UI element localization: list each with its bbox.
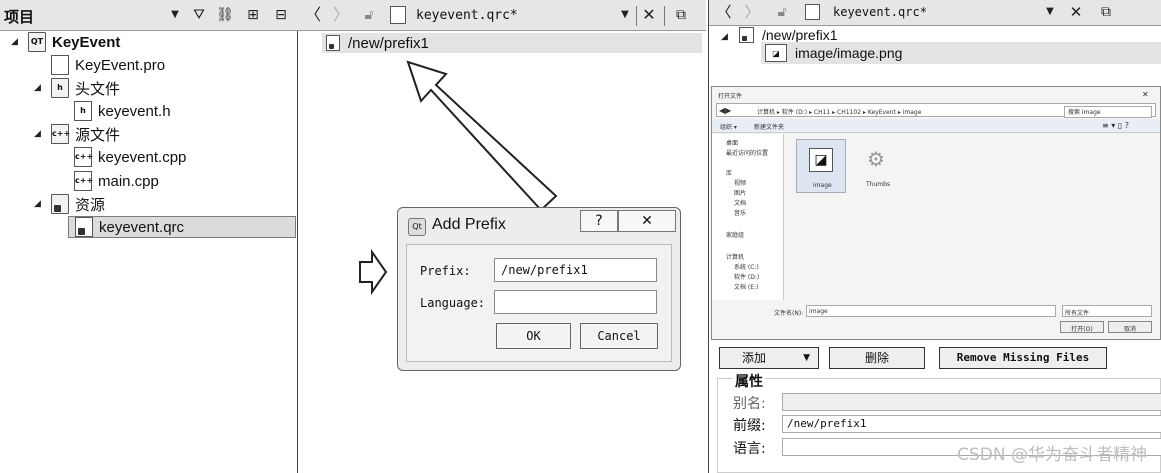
file-dialog-title: 打开文件: [718, 93, 743, 100]
view-icon[interactable]: ≡ ▾ ▯ ?: [1102, 121, 1129, 130]
back-icon[interactable]: 〈: [715, 3, 733, 21]
file-dialog-toolbar: 组织 ▾ 新建文件夹 ≡ ▾ ▯ ?: [712, 119, 1160, 133]
sidebar-item-music[interactable]: 音乐: [734, 208, 746, 217]
prefix-prop-input[interactable]: /new/prefix1: [782, 415, 1161, 433]
address-path: 计算机 ▸ 软件 (D:) ▸ CH11 ▸ CH1102 ▸ KeyEvent…: [757, 109, 922, 116]
search-input[interactable]: 搜索 image: [1064, 106, 1152, 118]
prefix-label: /new/prefix1: [762, 27, 838, 43]
chevron-down-icon[interactable]: ▼: [1041, 3, 1059, 21]
cancel-button[interactable]: Cancel: [580, 323, 658, 349]
organize-button[interactable]: 组织 ▾: [720, 122, 737, 131]
image-file-row[interactable]: ◪ image/image.png: [761, 42, 1161, 64]
file-cancel-button[interactable]: 取消: [1108, 321, 1152, 333]
close-icon[interactable]: ✕: [1067, 3, 1085, 21]
sidebar-item-desktop[interactable]: 桌面: [726, 138, 738, 147]
prefix-field[interactable]: /new/prefix1: [494, 258, 657, 282]
language-prop-label: 语言:: [733, 441, 766, 457]
sidebar-item-documents[interactable]: 文档: [734, 198, 746, 207]
gear-icon: ⚙: [867, 147, 885, 171]
add-button[interactable]: 添加 ▼: [719, 347, 819, 369]
file-item-image[interactable]: ◪ image: [796, 139, 846, 193]
new-folder-button[interactable]: 新建文件夹: [754, 122, 784, 131]
filter-select[interactable]: 所有文件: [1062, 305, 1152, 317]
sidebar-item-pictures[interactable]: 图片: [734, 188, 746, 197]
sidebar-item-drive-c[interactable]: 系统 (C:): [734, 262, 759, 271]
lock-icon[interactable]: 🔓︎: [773, 3, 791, 21]
forward-icon[interactable]: 〉: [743, 3, 761, 21]
image-file-label: image/image.png: [795, 45, 903, 61]
alias-input[interactable]: [782, 393, 1161, 411]
dialog-title: Add Prefix: [432, 216, 506, 233]
remove-missing-files-button[interactable]: Remove Missing Files: [939, 347, 1107, 369]
collapse-arrow-icon[interactable]: ◢: [721, 32, 728, 42]
add-prefix-dialog: Qt Add Prefix ? ✕ Prefix: /new/prefix1 L…: [397, 207, 681, 371]
properties-title: 属性: [733, 371, 765, 391]
image-file-icon: ◪: [809, 148, 833, 172]
add-button-label: 添加: [742, 351, 767, 365]
prefix-prop-label: 前缀:: [733, 418, 766, 434]
prefix-field-label: Prefix:: [420, 264, 471, 278]
open-button[interactable]: 打开(O): [1060, 321, 1104, 333]
sidebar-item-library[interactable]: 库: [726, 168, 732, 177]
editor-tab-title-2[interactable]: keyevent.qrc*: [833, 5, 927, 19]
sidebar-item-drive-d[interactable]: 软件 (D:): [734, 272, 759, 281]
sidebar-item-drive-e[interactable]: 文档 (E:): [734, 282, 758, 291]
delete-button[interactable]: 删除: [829, 347, 925, 369]
filename-input[interactable]: image: [806, 305, 1056, 317]
close-icon[interactable]: ✕: [1142, 90, 1149, 99]
alias-label: 别名:: [733, 396, 766, 412]
qt-logo-icon: Qt: [408, 218, 426, 236]
prefix-icon: [739, 27, 754, 43]
sidebar-item-homegroup[interactable]: 家庭组: [726, 230, 744, 239]
watermark: CSDN @华为奋斗者精神: [957, 445, 1147, 465]
sidebar-item-videos[interactable]: 视频: [734, 178, 746, 187]
editor-toolbar-2: 〈 〉 🔓︎ keyevent.qrc* ▼ ✕ ⧉: [709, 0, 1161, 26]
filename-label: 文件名(N):: [774, 310, 804, 317]
close-button[interactable]: ✕: [618, 210, 676, 232]
file-item-thumbs[interactable]: ⚙ Thumbs: [852, 139, 902, 193]
arrow-right: [359, 248, 388, 296]
sidebar-item-recent[interactable]: 最近访问的位置: [726, 148, 768, 157]
qrc-file-icon: [805, 4, 820, 20]
back-circle-icon[interactable]: ◀▶: [719, 106, 731, 115]
chevron-down-icon: ▼: [803, 353, 810, 363]
image-file-icon: ◪: [765, 44, 787, 62]
language-field-label: Language:: [420, 296, 486, 310]
file-dialog-sidebar: 桌面 最近访问的位置 库 视频 图片 文档 音乐 家庭组 计算机 系统 (C:)…: [712, 134, 784, 300]
file-label: image: [813, 182, 832, 189]
language-field[interactable]: [494, 290, 657, 314]
resource-editor-2: 〈 〉 🔓︎ keyevent.qrc* ▼ ✕ ⧉ ◢ /new/prefix…: [708, 0, 1161, 473]
ok-button[interactable]: OK: [496, 323, 571, 349]
sidebar-item-computer[interactable]: 计算机: [726, 252, 744, 261]
open-file-dialog: 打开文件 ✕ ◀▶ 计算机 ▸ 软件 (D:) ▸ CH11 ▸ CH1102 …: [711, 86, 1161, 340]
help-button[interactable]: ?: [580, 210, 618, 232]
arrow-to-prefix: [406, 60, 558, 212]
split-view-icon[interactable]: ⧉: [1097, 3, 1115, 21]
file-label: Thumbs: [866, 181, 891, 188]
